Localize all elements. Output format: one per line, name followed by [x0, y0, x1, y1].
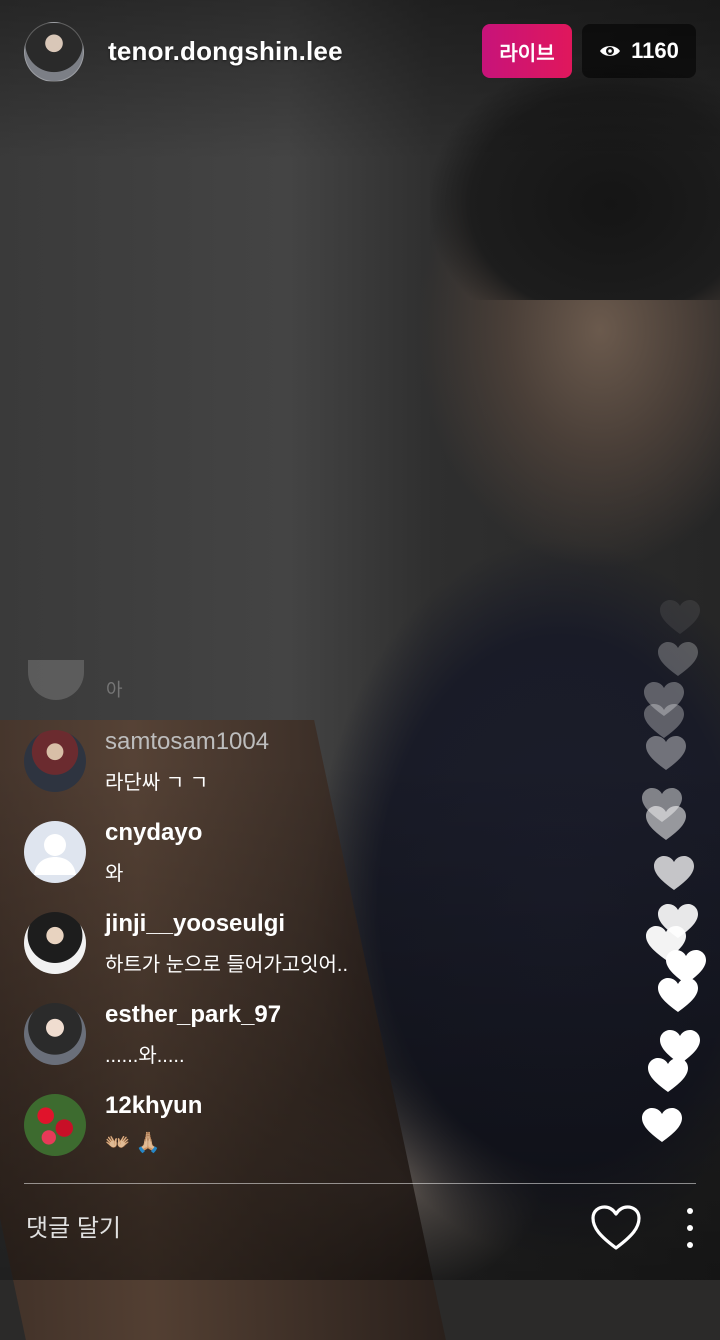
heart-outline-icon: [591, 1205, 641, 1250]
comment-item: 12khyun 👐🏼 🙏🏼: [24, 1092, 544, 1162]
heart-icon: [646, 806, 686, 840]
heart-icon: [658, 642, 698, 676]
comment-text: 👐🏼 🙏🏼: [105, 1132, 161, 1154]
host-username[interactable]: tenor.dongshin.lee: [108, 36, 343, 67]
comment-item: jinji__yooseulgi 하트가 눈으로 들어가고잇어..: [24, 910, 544, 980]
comment-text: 하트가 눈으로 들어가고잇어..: [105, 954, 349, 976]
heart-icon: [646, 736, 686, 770]
live-header: tenor.dongshin.lee 라이브 1160: [24, 22, 696, 82]
host-avatar[interactable]: [24, 22, 84, 82]
more-dots-icon: [687, 1242, 693, 1248]
comment-username[interactable]: 12khyun: [105, 1092, 202, 1120]
footer-divider: [24, 1183, 696, 1184]
viewer-count: 1160: [631, 38, 679, 63]
comment-text: 와: [105, 863, 124, 885]
comment-username[interactable]: cnydayo: [105, 819, 202, 847]
heart-icon: [654, 856, 694, 890]
avatar[interactable]: [24, 1003, 86, 1065]
faded-comment-text: 아: [106, 680, 123, 700]
comment-username[interactable]: samtosam1004: [105, 728, 269, 756]
comment-input[interactable]: [24, 1206, 548, 1252]
eye-icon: [600, 46, 621, 56]
comment-username[interactable]: jinji__yooseulgi: [105, 910, 285, 938]
comment-item: cnydayo 와: [24, 819, 544, 889]
default-avatar-icon: [34, 834, 76, 875]
avatar[interactable]: [24, 1094, 86, 1156]
more-options-button[interactable]: [678, 1208, 702, 1248]
avatar[interactable]: [24, 912, 86, 974]
comment-username[interactable]: esther_park_97: [105, 1001, 281, 1029]
comment-item: samtosam1004 라단싸 ㄱ ㄱ: [24, 728, 544, 798]
heart-icon: [658, 978, 698, 1012]
comment-text: 라단싸 ㄱ ㄱ: [105, 772, 209, 794]
heart-icon: [648, 1058, 688, 1092]
more-dots-icon: [687, 1208, 693, 1214]
floating-hearts: [630, 600, 720, 1160]
heart-icon: [642, 1108, 682, 1142]
viewer-count-badge[interactable]: 1160: [582, 24, 696, 78]
comment-item: esther_park_97 ......와.....: [24, 1001, 544, 1071]
avatar[interactable]: [24, 821, 86, 883]
avatar: [28, 660, 84, 700]
comment-text: ......와.....: [105, 1045, 185, 1067]
like-button[interactable]: [590, 1204, 642, 1252]
more-dots-icon: [687, 1225, 693, 1231]
heart-icon: [644, 704, 684, 738]
heart-icon: [660, 600, 700, 634]
faded-comment: [24, 660, 84, 700]
live-badge: 라이브: [482, 24, 572, 78]
avatar[interactable]: [24, 730, 86, 792]
